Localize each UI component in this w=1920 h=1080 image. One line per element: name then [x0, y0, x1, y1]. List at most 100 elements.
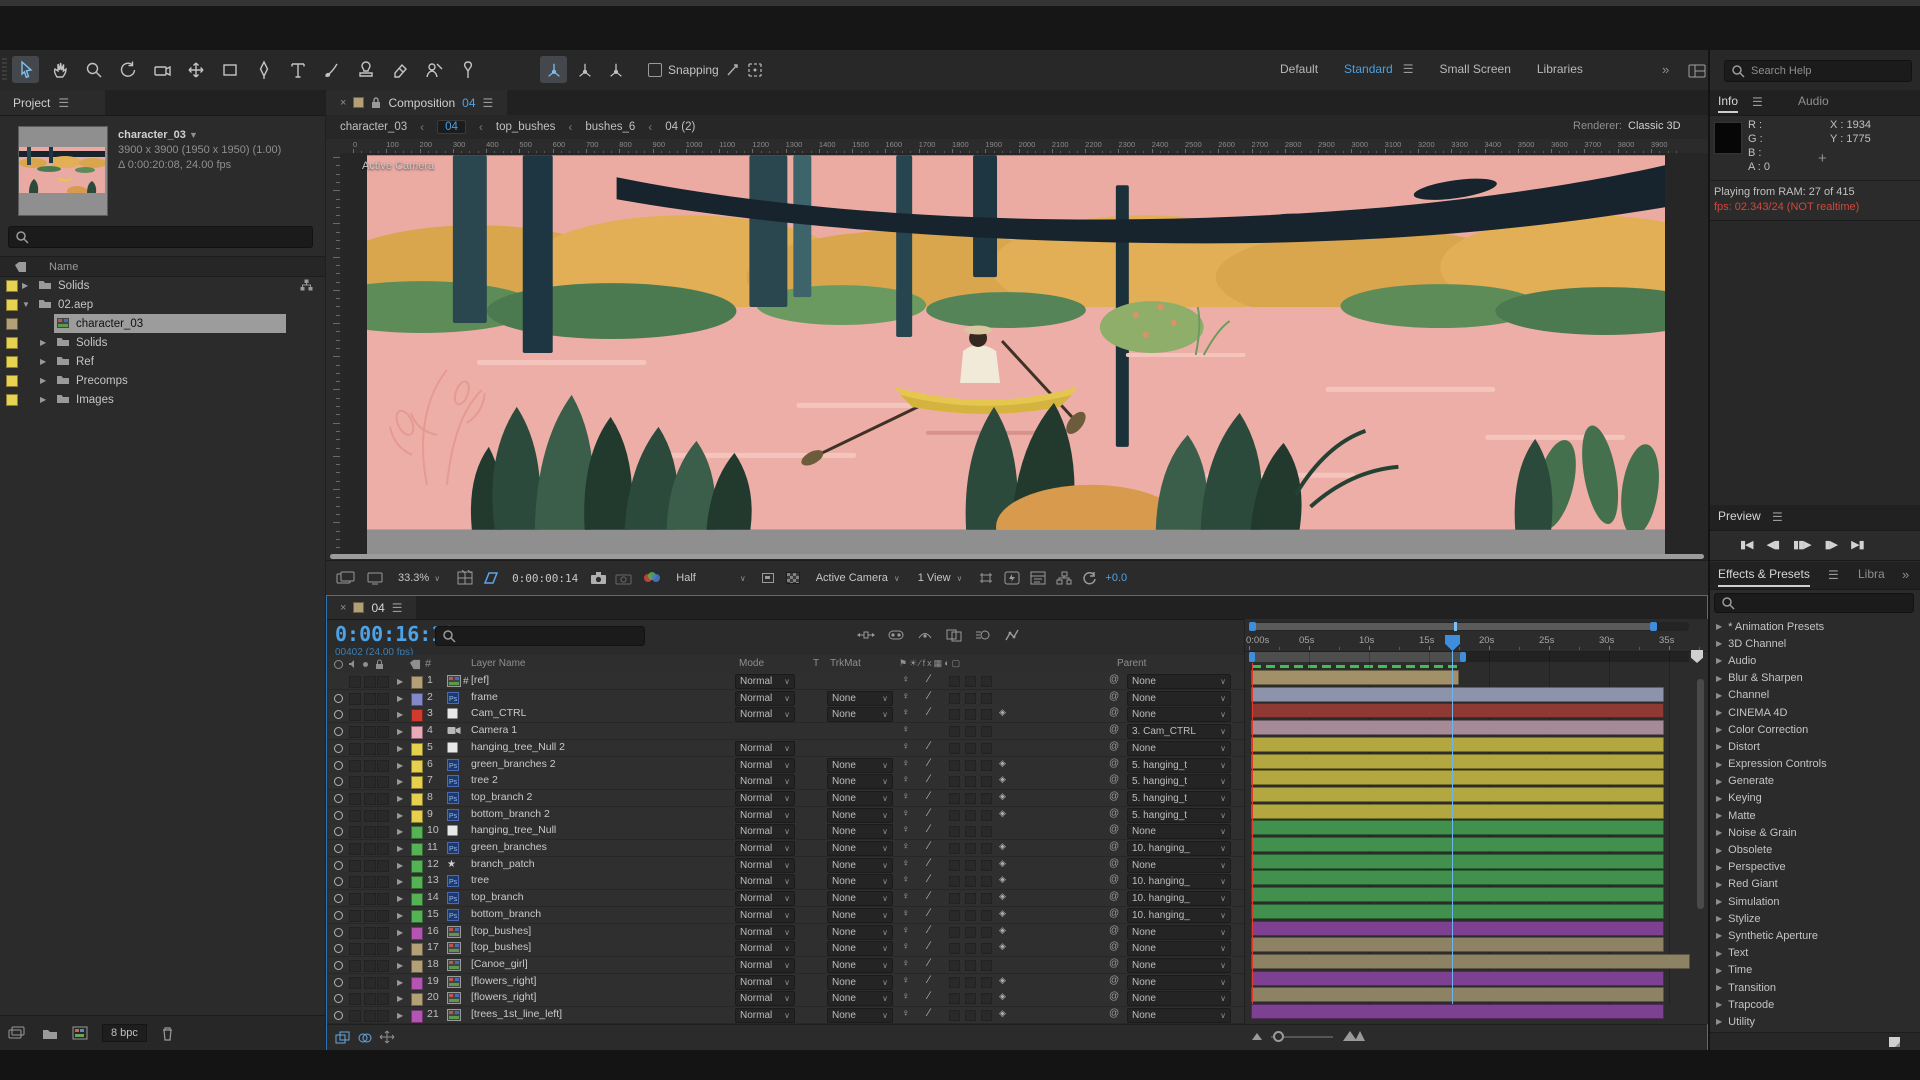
workspace-menu-icon[interactable]: ☰ — [1403, 62, 1414, 76]
layer-name[interactable]: hanging_tree_Null — [471, 824, 556, 836]
label-color-swatch[interactable] — [6, 318, 18, 330]
layer-switch-box[interactable] — [349, 826, 361, 838]
tab-preview[interactable]: Preview — [1718, 509, 1761, 523]
expander-icon[interactable]: ▶ — [1716, 880, 1722, 889]
switch-box[interactable] — [965, 693, 976, 704]
layer-label-swatch[interactable] — [411, 826, 423, 839]
effects-category-generate[interactable]: ▶Generate — [1710, 773, 1920, 790]
layer-visibility-toggle[interactable] — [334, 777, 343, 786]
graph-editor-icon[interactable] — [1004, 628, 1020, 642]
tab-composition[interactable]: × Composition 04 ☰ — [326, 90, 507, 115]
layer-name[interactable]: [Canoe_girl] — [471, 958, 528, 970]
trkmat-dropdown[interactable]: None∨ — [827, 691, 893, 706]
switch-box[interactable] — [965, 893, 976, 904]
view-layout-caret[interactable]: ∨ — [957, 574, 963, 583]
rect-shape-tool[interactable] — [216, 56, 243, 83]
quality-switch-icon[interactable]: ∕ — [928, 1007, 930, 1019]
effects-category-matte[interactable]: ▶Matte — [1710, 807, 1920, 824]
layer-duration-bar-10[interactable] — [1251, 820, 1664, 835]
layer-expander-icon[interactable]: ▶ — [397, 894, 403, 903]
project-item-label[interactable]: Solids — [76, 337, 107, 349]
zoom-out-mountain-icon[interactable] — [1252, 1033, 1262, 1040]
layer-switch-box[interactable] — [377, 726, 389, 738]
layer-name[interactable]: Camera 1 — [471, 724, 517, 736]
snapping-checkbox[interactable] — [648, 63, 662, 77]
parent-pickwhip-icon[interactable]: @ — [1109, 758, 1119, 769]
3d-layer-switch-icon[interactable]: ◈ — [999, 891, 1006, 902]
trkmat-dropdown[interactable]: None∨ — [827, 841, 893, 856]
blend-mode-dropdown[interactable]: Normal∨ — [735, 975, 795, 990]
expander-icon[interactable]: ▶ — [40, 357, 46, 366]
switch-box[interactable] — [965, 993, 976, 1004]
layer-switch-box[interactable] — [349, 726, 361, 738]
expander-icon[interactable]: ▶ — [1716, 656, 1722, 665]
rotate-tool[interactable] — [114, 56, 141, 83]
layer-switch-box[interactable] — [377, 743, 389, 755]
delete-item-icon[interactable] — [161, 1026, 174, 1041]
layer-expander-icon[interactable]: ▶ — [397, 777, 403, 786]
effects-search-box[interactable] — [1714, 593, 1914, 613]
switch-box[interactable] — [981, 726, 992, 737]
switch-box[interactable] — [949, 693, 960, 704]
switch-box[interactable] — [981, 876, 992, 887]
zoom-tool[interactable] — [80, 56, 107, 83]
switch-box[interactable] — [965, 726, 976, 737]
3d-layer-switch-icon[interactable]: ◈ — [999, 808, 1006, 819]
flowchart-button-icon[interactable] — [1056, 571, 1072, 585]
expand-in-out-icon[interactable] — [379, 1030, 395, 1044]
layer-switch-box[interactable] — [349, 910, 361, 922]
tab-project[interactable]: Project ☰ — [0, 90, 105, 115]
effects-panel-menu-icon[interactable]: ☰ — [1828, 568, 1839, 582]
show-snapshot-icon[interactable] — [615, 571, 632, 585]
timeline-zoom-slider-track[interactable] — [1271, 1036, 1333, 1038]
shy-switch-icon[interactable]: ♀ — [902, 808, 910, 819]
switch-box[interactable] — [949, 726, 960, 737]
expander-icon[interactable]: ▶ — [1716, 691, 1722, 700]
switch-box[interactable] — [965, 960, 976, 971]
layer-row-18[interactable]: ▶18[Canoe_girl]Normal∨None∨♀∕@None∨ — [327, 957, 1244, 974]
bit-depth-button[interactable]: 8 bpc — [102, 1024, 147, 1042]
expander-icon[interactable]: ▶ — [1716, 1000, 1722, 1009]
expander-icon[interactable]: ▶ — [1716, 1017, 1722, 1026]
parent-pickwhip-icon[interactable]: @ — [1109, 958, 1119, 969]
shy-switch-icon[interactable]: ♀ — [902, 874, 910, 885]
layer-duration-bar-3[interactable] — [1251, 703, 1664, 718]
project-tree-item-character_03[interactable]: character_03 — [0, 314, 325, 333]
project-tree-item-precomps[interactable]: ▶Precomps — [0, 371, 325, 390]
effects-category-trapcode[interactable]: ▶Trapcode — [1710, 996, 1920, 1013]
parent-dropdown[interactable]: None∨ — [1127, 958, 1231, 973]
breadcrumb-item-0[interactable]: character_03 — [340, 121, 407, 133]
magnification-value[interactable]: 33.3% — [398, 572, 429, 584]
layer-switch-box[interactable] — [377, 760, 389, 772]
effects-category-blur-sharpen[interactable]: ▶Blur & Sharpen — [1710, 670, 1920, 687]
layer-label-swatch[interactable] — [411, 977, 423, 990]
parent-dropdown[interactable]: None∨ — [1127, 1008, 1231, 1023]
ruler-corner[interactable] — [326, 139, 341, 154]
parent-dropdown[interactable]: 5. hanging_t∨ — [1127, 774, 1231, 789]
parent-pickwhip-icon[interactable]: @ — [1109, 991, 1119, 1002]
blend-mode-dropdown[interactable]: Normal∨ — [735, 774, 795, 789]
layer-duration-bar-16[interactable] — [1251, 921, 1664, 936]
trkmat-dropdown[interactable]: None∨ — [827, 824, 893, 839]
layer-switch-box[interactable] — [364, 876, 376, 888]
expander-icon[interactable]: ▶ — [40, 376, 46, 385]
layer-switch-box[interactable] — [377, 860, 389, 872]
trkmat-dropdown[interactable]: None∨ — [827, 941, 893, 956]
time-navigator-thumb[interactable] — [1251, 623, 1655, 630]
layer-switch-box[interactable] — [349, 693, 361, 705]
layer-switch-box[interactable] — [364, 826, 376, 838]
switch-box[interactable] — [949, 910, 960, 921]
layer-duration-bar-19[interactable] — [1251, 971, 1664, 986]
blend-mode-dropdown[interactable]: Normal∨ — [735, 824, 795, 839]
shy-switch-icon[interactable]: ♀ — [902, 991, 910, 1002]
quality-switch-icon[interactable]: ∕ — [928, 974, 930, 986]
clone-stamp-tool[interactable] — [352, 56, 379, 83]
layer-switch-box[interactable] — [364, 676, 376, 688]
layer-row-19[interactable]: ▶19[flowers_right]Normal∨None∨♀∕◈@None∨ — [327, 974, 1244, 991]
switch-box[interactable] — [965, 876, 976, 887]
mode-column-header[interactable]: Mode — [739, 658, 764, 669]
layer-duration-bar-18[interactable] — [1251, 954, 1690, 969]
trkmat-dropdown[interactable]: None∨ — [827, 958, 893, 973]
expander-icon[interactable]: ▶ — [1716, 674, 1722, 683]
layer-label-swatch[interactable] — [411, 793, 423, 806]
